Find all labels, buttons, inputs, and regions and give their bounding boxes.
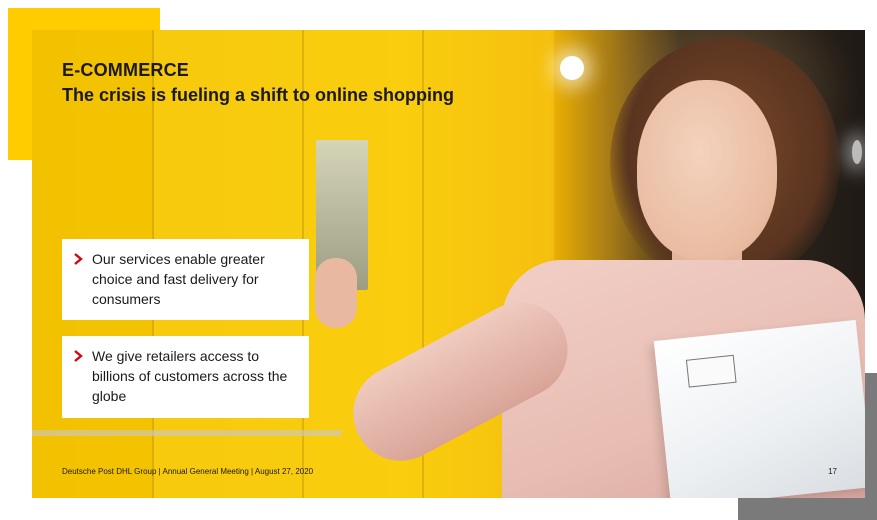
person-face bbox=[637, 80, 777, 260]
locker-rail bbox=[32, 430, 342, 436]
bullet-box-retailers: We give retailers access to billions of … bbox=[62, 336, 309, 418]
page-number: 17 bbox=[828, 467, 837, 476]
slide-subheading: The crisis is fueling a shift to online … bbox=[62, 85, 455, 105]
chevron-right-icon bbox=[74, 249, 90, 269]
title-area: E-COMMERCE The crisis is fueling a shift… bbox=[62, 60, 454, 106]
slide-heading: E-COMMERCE bbox=[62, 60, 189, 80]
person-hand bbox=[315, 258, 357, 328]
ceiling-light bbox=[852, 140, 862, 164]
chevron-right-icon bbox=[74, 346, 90, 366]
bullet-text: Our services enable greater choice and f… bbox=[92, 251, 265, 307]
bullet-box-services: Our services enable greater choice and f… bbox=[62, 239, 309, 320]
ceiling-light bbox=[560, 56, 584, 80]
presentation-slide: E-COMMERCE The crisis is fueling a shift… bbox=[32, 30, 865, 498]
bullet-text: We give retailers access to billions of … bbox=[92, 348, 288, 404]
slide-footer: Deutsche Post DHL Group | Annual General… bbox=[62, 467, 314, 476]
parcel-label bbox=[685, 354, 737, 388]
